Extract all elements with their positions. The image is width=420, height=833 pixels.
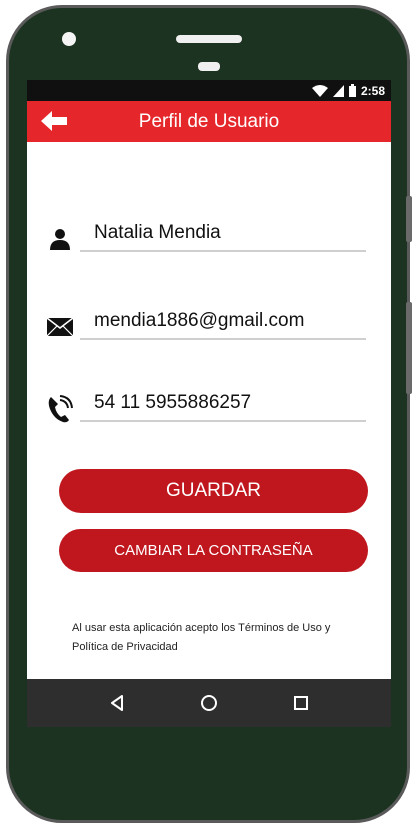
save-button[interactable]: GUARDAR [59, 469, 368, 513]
terms-text: Al usar esta aplicación acepto los Térmi… [72, 622, 331, 653]
email-input[interactable] [80, 304, 366, 340]
circle-home-icon [201, 695, 217, 711]
earpiece-speaker [176, 35, 242, 43]
volume-button [406, 196, 412, 242]
name-input[interactable] [80, 216, 366, 252]
phone-input[interactable] [80, 386, 366, 422]
back-button[interactable] [39, 109, 69, 133]
nav-home-button[interactable] [193, 687, 225, 719]
change-password-button[interactable]: CAMBIAR LA CONTRASEÑA [59, 529, 368, 572]
email-field-row [27, 304, 391, 344]
battery-icon [348, 84, 356, 97]
nav-recents-button[interactable] [285, 687, 317, 719]
square-recents-icon [294, 696, 308, 710]
front-camera [62, 32, 76, 46]
signal-icon [332, 84, 344, 97]
proximity-sensor [198, 62, 220, 71]
power-button [406, 302, 412, 394]
navigation-bar [27, 679, 391, 727]
envelope-icon [47, 314, 73, 340]
arrow-left-icon [41, 111, 67, 131]
wifi-icon [311, 84, 328, 97]
name-field-row [27, 216, 391, 256]
person-icon [47, 226, 73, 252]
status-bar: 2:58 [27, 80, 391, 101]
app-bar: Perfil de Usuario [27, 101, 391, 142]
status-time: 2:58 [360, 83, 385, 98]
phone-icon [47, 395, 73, 423]
nav-back-button[interactable] [101, 687, 133, 719]
triangle-back-icon [111, 695, 123, 711]
phone-field-row [27, 386, 391, 426]
screen: 2:58 Perfil de Usuario Natalia Mendia me… [27, 80, 391, 727]
page-title: Perfil de Usuario [138, 111, 280, 132]
